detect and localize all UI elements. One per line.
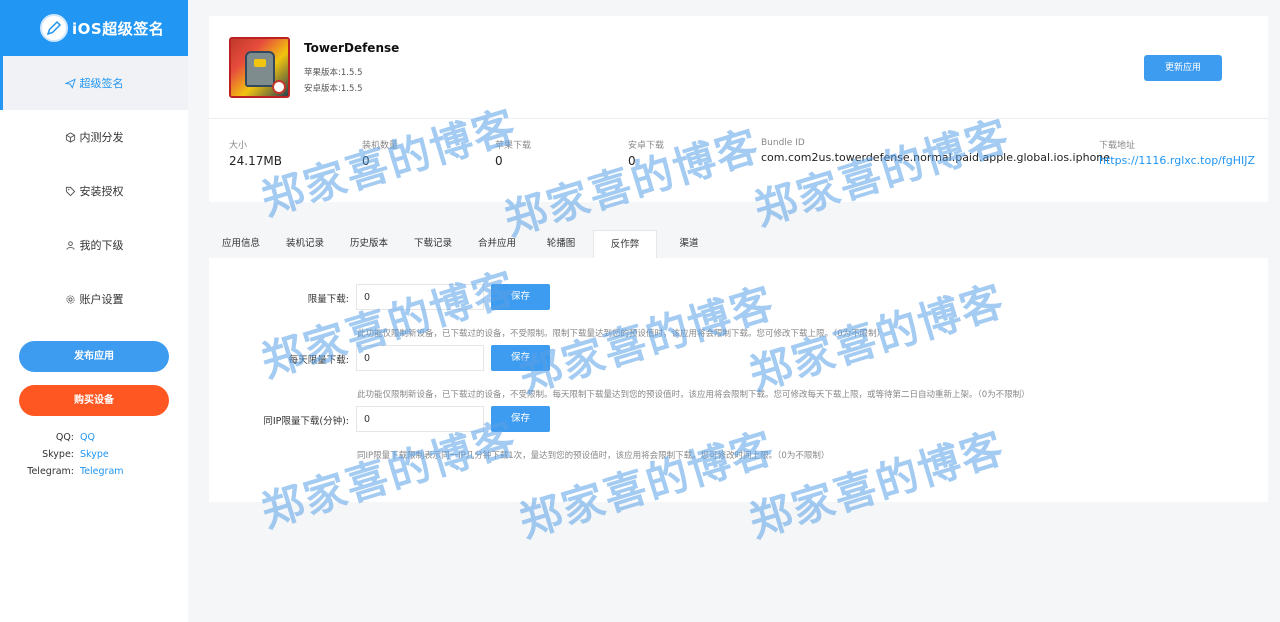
sidebar: iOS超级签名 超级签名 内测分发 安装授权 我的下级 账户设置 发布应用 购买… [0,0,188,622]
contact-qq: QQ: QQ [0,429,188,446]
contact-label: Skype: [42,449,74,460]
tab-history-versions[interactable]: 历史版本 [337,230,401,258]
stat-value: 0 [628,154,636,168]
tag-icon [65,186,75,196]
tab-download-records[interactable]: 下载记录 [401,230,465,258]
tab-bar: 应用信息 装机记录 历史版本 下载记录 合并应用 轮播图 反作弊 渠道 [209,230,1268,258]
sidebar-item-super-sign[interactable]: 超级签名 [0,56,188,110]
stat-value: com.com2us.towerdefense.normal.paid.appl… [761,151,1111,164]
contact-telegram: Telegram: Telegram [0,463,188,480]
sidebar-item-subordinates[interactable]: 我的下级 [0,218,188,272]
daily-limit-label: 每天限量下载: [288,355,349,366]
save-ip-button[interactable]: 保存 [491,406,550,432]
qq-link[interactable]: QQ [80,432,95,443]
user-icon [65,240,75,250]
sidebar-item-label: 超级签名 [79,77,124,90]
stat-value: 24.17MB [229,154,282,168]
contact-skype: Skype: Skype [0,446,188,463]
stat-label: 下载地址 [1099,141,1136,151]
ip-limit-input[interactable] [356,406,484,432]
tab-carousel[interactable]: 轮播图 [529,230,593,258]
tab-install-records[interactable]: 装机记录 [273,230,337,258]
stat-download-url: 下载地址 https://1116.rglxc.top/fgHIJZ [1099,138,1255,167]
limit-download-help: 此功能仅限制新设备，已下载过的设备，不受限制。限制下载量达到您的预设值时，该应用… [357,329,886,339]
stat-label: 装机数量 [362,141,399,151]
app-name: TowerDefense [304,41,400,55]
cube-icon [65,131,75,143]
sidebar-item-label: 我的下级 [79,239,124,252]
gear-icon [65,294,75,304]
tab-app-info[interactable]: 应用信息 [209,230,273,258]
app-info-card: TowerDefense 苹果版本:1.5.5 安卓版本:1.5.5 更新应用 … [209,16,1268,202]
stat-bundle-id: Bundle ID com.com2us.towerdefense.normal… [761,138,1110,164]
app-icon [229,37,290,98]
android-version: 安卓版本:1.5.5 [304,84,363,94]
stat-label: 大小 [229,141,248,151]
sidebar-item-label: 账户设置 [79,293,124,306]
save-daily-button[interactable]: 保存 [491,345,550,371]
tab-merge-app[interactable]: 合并应用 [465,230,529,258]
download-link[interactable]: https://1116.rglxc.top/fgHIJZ [1099,154,1255,167]
stat-value: 0 [495,154,503,168]
brand-header[interactable]: iOS超级签名 [0,0,188,56]
tab-channels[interactable]: 渠道 [657,230,721,258]
stat-android-downloads: 安卓下载 0 [628,138,664,168]
pen-icon [40,14,68,42]
limit-download-label: 限量下载: [307,294,349,305]
sidebar-item-beta-distribution[interactable]: 内测分发 [0,110,188,164]
ip-limit-label: 同IP限量下载(分钟): [263,416,349,427]
contact-label: QQ: [55,432,74,443]
stat-label: Bundle ID [761,138,805,148]
update-app-button[interactable]: 更新应用 [1144,55,1222,81]
daily-limit-input[interactable] [356,345,484,371]
contact-list: QQ: QQ Skype: Skype Telegram: Telegram [0,429,188,480]
contact-label: Telegram: [27,466,74,477]
stat-label: 安卓下载 [628,141,665,151]
limit-download-input[interactable] [356,284,484,310]
save-limit-button[interactable]: 保存 [491,284,550,310]
tab-anti-cheat[interactable]: 反作弊 [593,230,657,258]
stat-installs: 装机数量 0 [362,138,398,168]
stat-apple-downloads: 苹果下载 0 [495,138,531,168]
sidebar-item-label: 内测分发 [79,131,124,144]
paper-plane-icon [64,78,76,89]
sidebar-item-account-settings[interactable]: 账户设置 [0,272,188,326]
ios-version: 苹果版本:1.5.5 [304,68,363,78]
stat-size: 大小 24.17MB [229,138,282,168]
stat-label: 苹果下载 [495,141,532,151]
skype-link[interactable]: Skype [80,449,109,460]
anti-cheat-form: 限量下载: 保存 此功能仅限制新设备，已下载过的设备，不受限制。限制下载量达到您… [209,258,1268,502]
brand-title: iOS超级签名 [72,19,165,38]
stat-value: 0 [362,154,370,168]
divider [209,118,1268,119]
daily-limit-help: 此功能仅限制新设备，已下载过的设备，不受限制。每天限制下载量达到您的预设值时，该… [357,390,1030,400]
buy-device-button[interactable]: 购买设备 [19,385,169,416]
sidebar-item-install-auth[interactable]: 安装授权 [0,164,188,218]
telegram-link[interactable]: Telegram [80,466,124,477]
sidebar-item-label: 安装授权 [79,185,124,198]
publish-app-button[interactable]: 发布应用 [19,341,169,372]
ip-limit-help: 同IP限量下载限制表示同一IP几分钟下载1次，量达到您的预设值时，该应用将会限制… [357,451,830,461]
